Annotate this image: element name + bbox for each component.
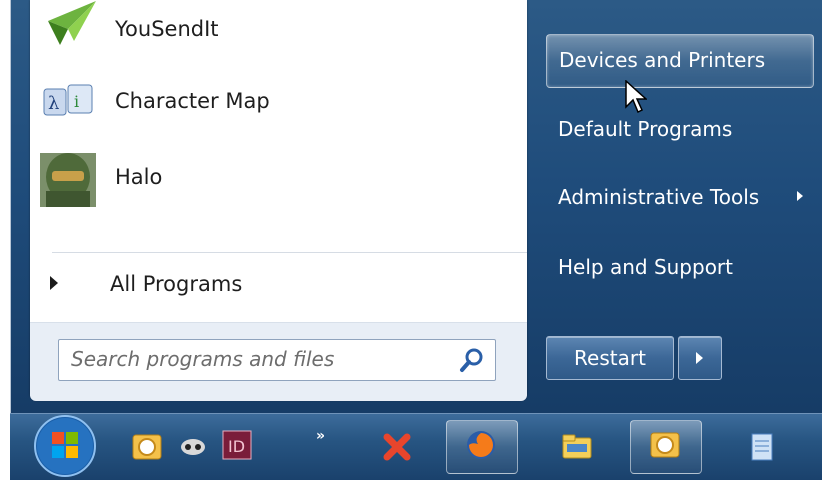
arrow-right-icon [696,352,703,364]
search-input[interactable] [59,340,463,378]
all-programs-label: All Programs [110,272,243,296]
svg-text:i: i [74,92,79,111]
search-box[interactable] [58,339,496,381]
default-programs-item[interactable]: Default Programs [546,104,812,156]
administrative-tools-item[interactable]: Administrative Tools [546,172,812,224]
menu-label: Devices and Printers [559,48,766,72]
mouse-cursor-icon [625,80,647,114]
program-item-halo[interactable]: Halo [30,146,510,208]
all-programs-item[interactable]: All Programs [30,262,527,308]
outlook-icon[interactable] [130,430,164,464]
help-and-support-item[interactable]: Help and Support [546,242,812,294]
shutdown-options-button[interactable] [678,336,722,380]
outlook-icon [650,432,680,458]
divider [52,252,527,253]
search-icon[interactable] [459,347,485,373]
program-label: Character Map [115,89,270,113]
menu-label: Administrative Tools [558,185,760,209]
notepad-icon[interactable] [745,430,779,464]
yousendit-icon [48,1,96,45]
search-area [30,322,527,401]
start-button[interactable] [30,414,100,478]
chevron-overflow-icon[interactable]: » [316,428,325,444]
restart-button[interactable]: Restart [546,336,674,380]
program-item-character-map[interactable]: λ i Character Map [30,70,510,132]
indesign-icon[interactable]: ID [220,428,254,462]
x-icon[interactable] [380,430,414,464]
programs-pane: YouSendIt λ i Character Map Halo All Pro… [30,0,527,401]
devices-and-printers-item[interactable]: Devices and Printers [546,34,814,88]
firefox-icon [467,431,495,459]
arrow-right-icon [50,276,58,290]
halo-icon [40,153,96,207]
svg-text:ID: ID [228,437,245,456]
restart-label: Restart [574,346,646,370]
program-label: Halo [115,165,163,189]
menu-label: Default Programs [558,117,733,141]
character-map-icon: λ i [43,84,93,116]
explorer-icon[interactable] [560,430,594,464]
program-item-yousendit[interactable]: YouSendIt [30,0,510,60]
alien-icon[interactable] [176,430,210,464]
menu-label: Help and Support [558,255,733,279]
svg-text:λ: λ [48,93,59,114]
program-label: YouSendIt [115,17,219,41]
submenu-arrow-icon [797,191,803,201]
